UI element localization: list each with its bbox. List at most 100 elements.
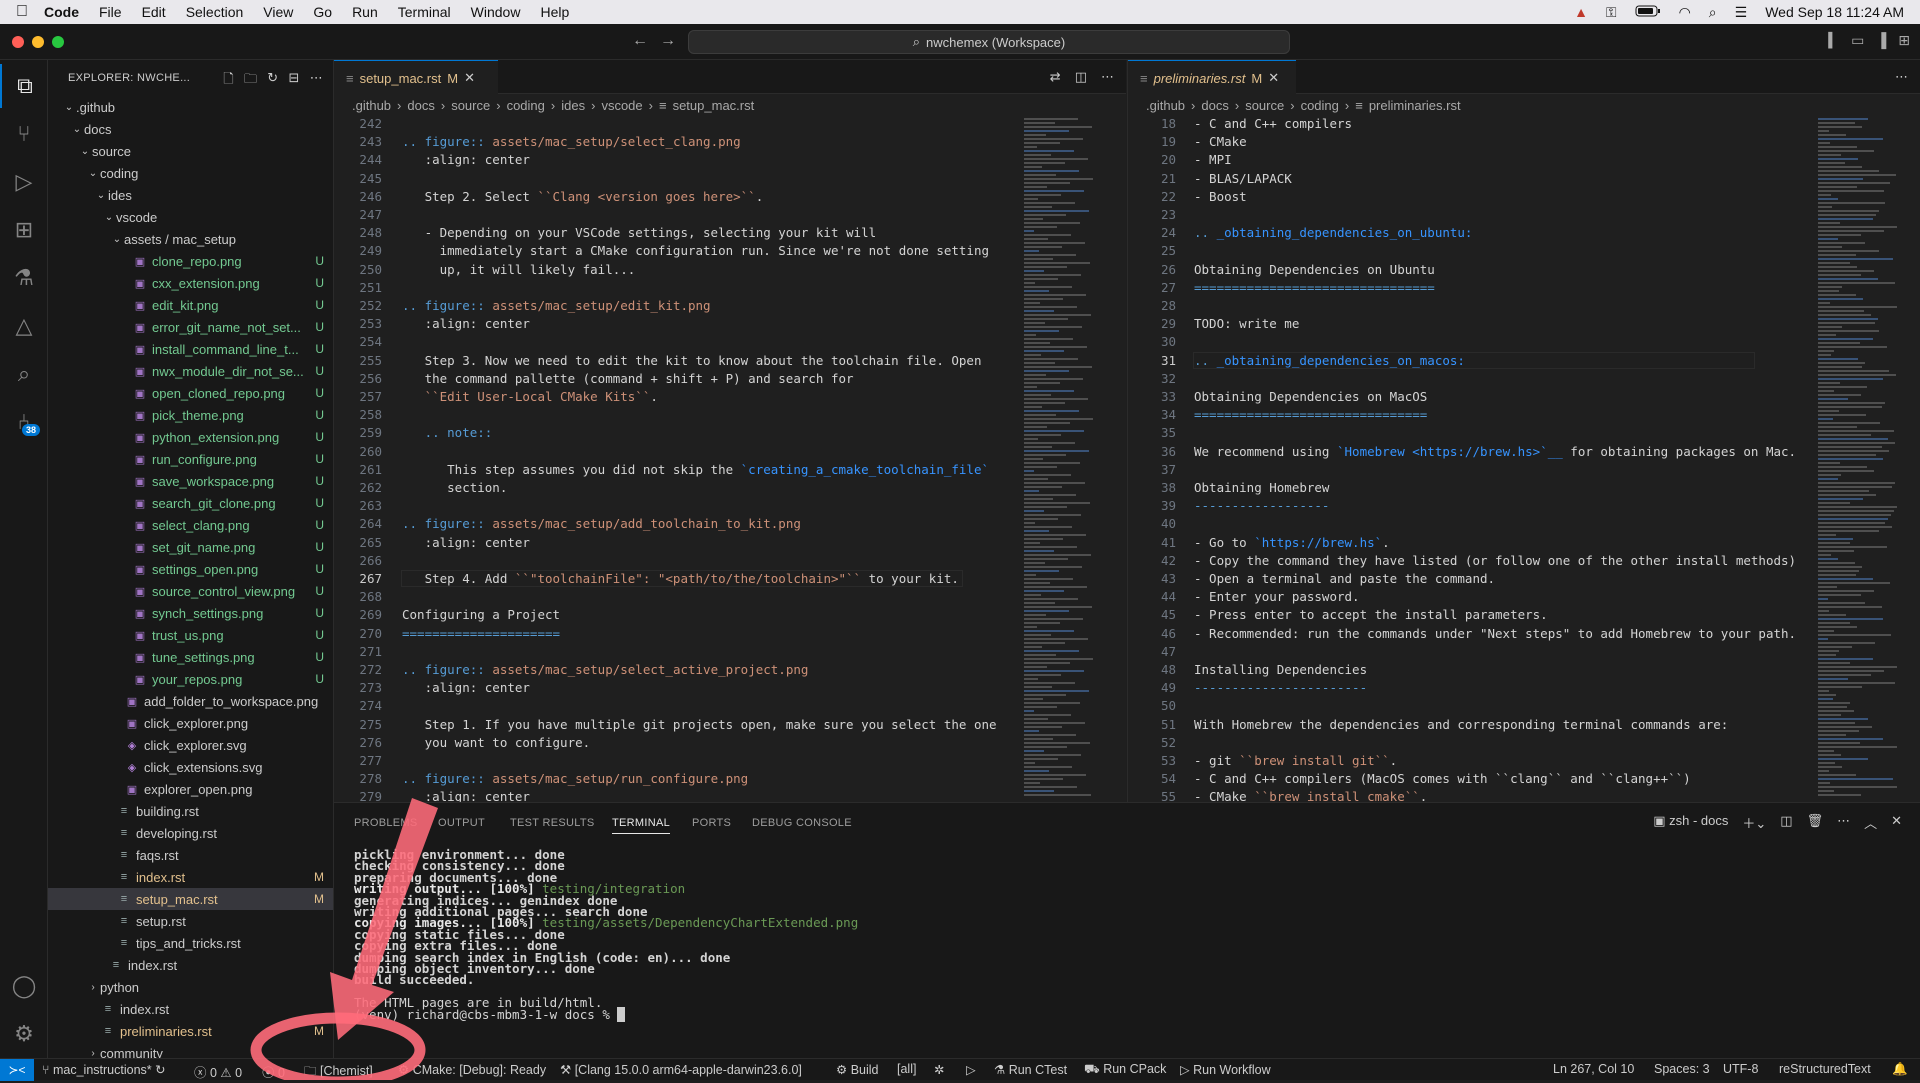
tree-file[interactable]: ◈ click_explorer.svg	[48, 734, 333, 756]
toggle-secondary-sidebar-icon[interactable]: ▐	[1876, 32, 1886, 49]
new-folder-icon[interactable]: 🗀	[244, 70, 257, 92]
code-area[interactable]: 18 - C and C++ compilers 19 - CMake 20 - MPI 2…	[1128, 116, 1920, 802]
breadcrumb-item[interactable]: preliminaries.rst	[1369, 98, 1461, 113]
customize-layout-icon[interactable]: ⊞	[1898, 32, 1910, 49]
run-launch-icon[interactable]: ▷	[966, 1062, 976, 1077]
close-panel-icon[interactable]: ✕	[1891, 813, 1902, 832]
tree-file[interactable]: ◈ click_extensions.svg	[48, 756, 333, 778]
breadcrumb-item[interactable]: docs	[407, 98, 434, 113]
more-actions-icon[interactable]: ⋯	[1837, 813, 1850, 832]
breadcrumb-item[interactable]: .github	[1146, 98, 1185, 113]
tree-folder[interactable]: › community	[48, 1042, 333, 1059]
menu-selection[interactable]: Selection	[186, 4, 244, 20]
problems-indicator[interactable]: ⓧ 0 ⚠ 0	[194, 1062, 242, 1081]
run-and-debug-icon[interactable]: ▷	[0, 160, 48, 204]
zoom-window-button[interactable]	[52, 36, 64, 48]
cmake-icon[interactable]: △	[0, 304, 48, 348]
collapse-all-icon[interactable]: ⊟	[288, 70, 299, 92]
tab-test-results[interactable]: TEST RESULTS	[510, 817, 595, 829]
split-editor-icon[interactable]: ◫	[1075, 69, 1087, 85]
tree-file[interactable]: ≡ building.rst	[48, 800, 333, 822]
branch-indicator[interactable]: ⑂ mac_instructions* ↻	[42, 1062, 166, 1077]
tab-setup-mac[interactable]: ≡ setup_mac.rst M ✕	[334, 60, 498, 95]
tree-file[interactable]: ▣ set_git_name.png U	[48, 536, 333, 558]
tree-file[interactable]: ▣ click_explorer.png	[48, 712, 333, 734]
minimap[interactable]	[1814, 116, 1904, 802]
tab-terminal[interactable]: TERMINAL	[612, 817, 671, 834]
manage-gear-icon[interactable]: ⚙	[0, 1012, 48, 1056]
tree-file[interactable]: ▣ trust_us.png U	[48, 624, 333, 646]
extensions-icon[interactable]: ⊞	[0, 208, 48, 252]
tree-file[interactable]: ▣ add_folder_to_workspace.png	[48, 690, 333, 712]
tab-ports[interactable]: PORTS	[692, 817, 731, 829]
tab-debug-console[interactable]: DEBUG CONSOLE	[752, 817, 852, 829]
terminal-shell-selector[interactable]: ▣ zsh - docs	[1653, 813, 1728, 832]
new-terminal-icon[interactable]: ＋⌄	[1742, 813, 1766, 832]
source-control-icon[interactable]: ⑂	[0, 112, 48, 156]
minimap[interactable]	[1020, 116, 1110, 802]
tree-folder[interactable]: ⌄ vscode	[48, 206, 333, 228]
run-cpack-button[interactable]: ⛟ Run CPack	[1084, 1062, 1166, 1078]
tree-file[interactable]: ≡ setup_mac.rst M	[48, 888, 333, 910]
tree-file[interactable]: ▣ pick_theme.png U	[48, 404, 333, 426]
cmake-target-selector[interactable]: [all]	[897, 1062, 916, 1076]
tree-folder[interactable]: ⌄ assets / mac_setup	[48, 228, 333, 250]
tree-file[interactable]: ▣ python_extension.png U	[48, 426, 333, 448]
menu-edit[interactable]: Edit	[142, 4, 166, 20]
menubar-clock[interactable]: Wed Sep 18 11:24 AM	[1765, 4, 1904, 20]
tree-file[interactable]: ▣ error_git_name_not_set... U	[48, 316, 333, 338]
tree-folder[interactable]: ⌄ source	[48, 140, 333, 162]
close-icon[interactable]: ✕	[1268, 70, 1279, 86]
menu-window[interactable]: Window	[471, 4, 521, 20]
breadcrumb-item[interactable]: .github	[352, 98, 391, 113]
tree-file[interactable]: ▣ settings_open.png U	[48, 558, 333, 580]
apple-logo-icon[interactable]: 	[0, 3, 44, 21]
breadcrumb-item[interactable]: setup_mac.rst	[673, 98, 755, 113]
file-encoding[interactable]: UTF-8	[1723, 1062, 1758, 1076]
git-graph-icon[interactable]: ⑃ 38	[0, 400, 48, 444]
menu-go[interactable]: Go	[313, 4, 332, 20]
tree-file[interactable]: ▣ save_workspace.png U	[48, 470, 333, 492]
more-actions-icon[interactable]: ⋯	[310, 70, 323, 92]
close-icon[interactable]: ✕	[464, 70, 475, 86]
tree-file[interactable]: ≡ developing.rst	[48, 822, 333, 844]
run-workflow-button[interactable]: ▷ Run Workflow	[1180, 1062, 1271, 1077]
remote-indicator-icon[interactable]: ≻<	[0, 1059, 34, 1081]
kill-terminal-icon[interactable]: 🗑	[1807, 813, 1824, 832]
key-icon[interactable]: ⚿	[1606, 4, 1617, 21]
tree-folder[interactable]: ⌄ ides	[48, 184, 333, 206]
breadcrumb-item[interactable]: coding	[507, 98, 545, 113]
minimize-window-button[interactable]	[32, 36, 44, 48]
tree-folder[interactable]: › python	[48, 976, 333, 998]
menu-help[interactable]: Help	[540, 4, 569, 20]
more-actions-icon[interactable]: ⋯	[1101, 69, 1114, 85]
control-center-icon[interactable]: ☰	[1735, 4, 1748, 21]
tree-file[interactable]: ≡ index.rst	[48, 998, 333, 1020]
battery-icon[interactable]	[1635, 4, 1661, 20]
breadcrumb-item[interactable]: source	[451, 98, 490, 113]
menu-run[interactable]: Run	[352, 4, 378, 20]
tree-file[interactable]: ≡ index.rst	[48, 954, 333, 976]
menu-terminal[interactable]: Terminal	[398, 4, 451, 20]
tree-file[interactable]: ▣ cxx_extension.png U	[48, 272, 333, 294]
accounts-icon[interactable]: ◯	[0, 964, 48, 1008]
tree-file[interactable]: ▣ install_command_line_t... U	[48, 338, 333, 360]
tree-file[interactable]: ▣ open_cloned_repo.png U	[48, 382, 333, 404]
menu-app-name[interactable]: Code	[44, 4, 79, 20]
creative-cloud-icon[interactable]: ▲	[1574, 4, 1588, 20]
tree-file[interactable]: ▣ run_configure.png U	[48, 448, 333, 470]
indentation-setting[interactable]: Spaces: 3	[1654, 1062, 1710, 1076]
tab-preliminaries[interactable]: ≡ preliminaries.rst M ✕	[1128, 60, 1296, 95]
cmake-status[interactable]: ⚙ CMake: [Debug]: Ready	[398, 1062, 546, 1077]
spotlight-search-icon[interactable]: ⌕	[1709, 4, 1717, 21]
cmake-build-button[interactable]: ⚙ Build	[836, 1062, 878, 1077]
menu-view[interactable]: View	[263, 4, 293, 20]
open-changes-icon[interactable]: ⇄	[1050, 69, 1061, 85]
tree-file[interactable]: ▣ edit_kit.png U	[48, 294, 333, 316]
tree-file[interactable]: ▣ nwx_module_dir_not_se... U	[48, 360, 333, 382]
command-center-search[interactable]: ⌕ nwchemex (Workspace)	[688, 30, 1290, 54]
tree-file[interactable]: ≡ setup.rst	[48, 910, 333, 932]
tree-folder[interactable]: ⌄ docs	[48, 118, 333, 140]
toggle-panel-icon[interactable]: ▭	[1851, 32, 1864, 49]
close-window-button[interactable]	[12, 36, 24, 48]
